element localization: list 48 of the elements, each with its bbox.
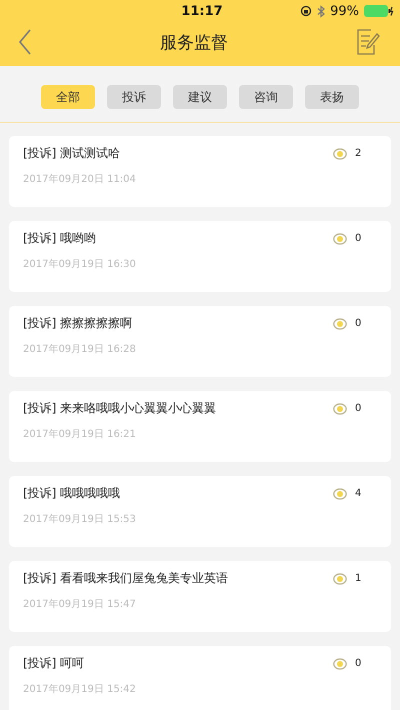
eye-icon	[333, 316, 347, 330]
feedback-card[interactable]: [投诉] 哦哟哟 0 2017年09月19日 16:30	[9, 221, 391, 292]
eye-icon	[333, 232, 347, 246]
item-title: [投诉] 擦擦擦擦擦啊	[23, 315, 132, 332]
filter-tab[interactable]: 投诉	[107, 85, 161, 109]
item-date: 2017年09月19日 15:47	[23, 598, 137, 611]
item-title: [投诉] 呵呵	[23, 655, 84, 672]
eye-icon	[333, 146, 347, 160]
feedback-card[interactable]: [投诉] 测试测试哈 2 2017年09月20日 11:04	[9, 136, 391, 207]
eye-icon	[333, 572, 347, 586]
filter-tab[interactable]: 咨询	[239, 85, 293, 109]
item-title: [投诉] 测试测试哈	[23, 145, 120, 162]
eye-icon	[333, 402, 347, 416]
view-count: 1	[355, 573, 362, 584]
edit-note-icon[interactable]	[356, 29, 380, 55]
item-title: [投诉] 哦哟哟	[23, 230, 96, 247]
item-date: 2017年09月19日 16:28	[23, 343, 137, 356]
item-title: [投诉] 哦哦哦哦哦	[23, 485, 120, 502]
item-date: 2017年09月20日 11:04	[23, 173, 137, 186]
view-count: 4	[355, 488, 362, 499]
item-title: [投诉] 来来咯哦哦小心翼翼小心翼翼	[23, 400, 216, 417]
view-count: 0	[355, 658, 362, 669]
item-date: 2017年09月19日 16:21	[23, 428, 137, 441]
view-count: 0	[355, 403, 362, 414]
filter-tab[interactable]: 建议	[173, 85, 227, 109]
bluetooth-icon	[317, 4, 326, 18]
feedback-card[interactable]: [投诉] 擦擦擦擦擦啊 0 2017年09月19日 16:28	[9, 306, 391, 377]
eye-icon	[333, 656, 347, 670]
view-count: 0	[355, 233, 362, 244]
page-title: 服务监督	[160, 32, 228, 54]
item-date: 2017年09月19日 15:42	[23, 683, 137, 696]
item-title: [投诉] 看看哦来我们屋兔兔美专业英语	[23, 570, 228, 587]
battery-percent: 99%	[330, 4, 359, 18]
feedback-card[interactable]: [投诉] 哦哦哦哦哦 4 2017年09月19日 15:53	[9, 476, 391, 547]
feedback-card[interactable]: [投诉] 看看哦来我们屋兔兔美专业英语 1 2017年09月19日 15:47	[9, 561, 391, 632]
eye-icon	[333, 486, 347, 500]
rotation-lock-icon	[300, 5, 312, 17]
battery-icon	[364, 5, 394, 17]
view-count: 2	[355, 148, 362, 159]
filter-tab[interactable]: 全部	[41, 85, 95, 109]
view-count: 0	[355, 318, 362, 329]
item-date: 2017年09月19日 15:53	[23, 513, 137, 526]
feedback-card[interactable]: [投诉] 呵呵 0 2017年09月19日 15:42	[9, 646, 391, 710]
status-time: 11:17	[181, 4, 223, 18]
back-icon[interactable]	[18, 29, 32, 55]
filter-tab[interactable]: 表扬	[305, 85, 359, 109]
feedback-card[interactable]: [投诉] 来来咯哦哦小心翼翼小心翼翼 0 2017年09月19日 16:21	[9, 391, 391, 462]
item-date: 2017年09月19日 16:30	[23, 258, 137, 271]
